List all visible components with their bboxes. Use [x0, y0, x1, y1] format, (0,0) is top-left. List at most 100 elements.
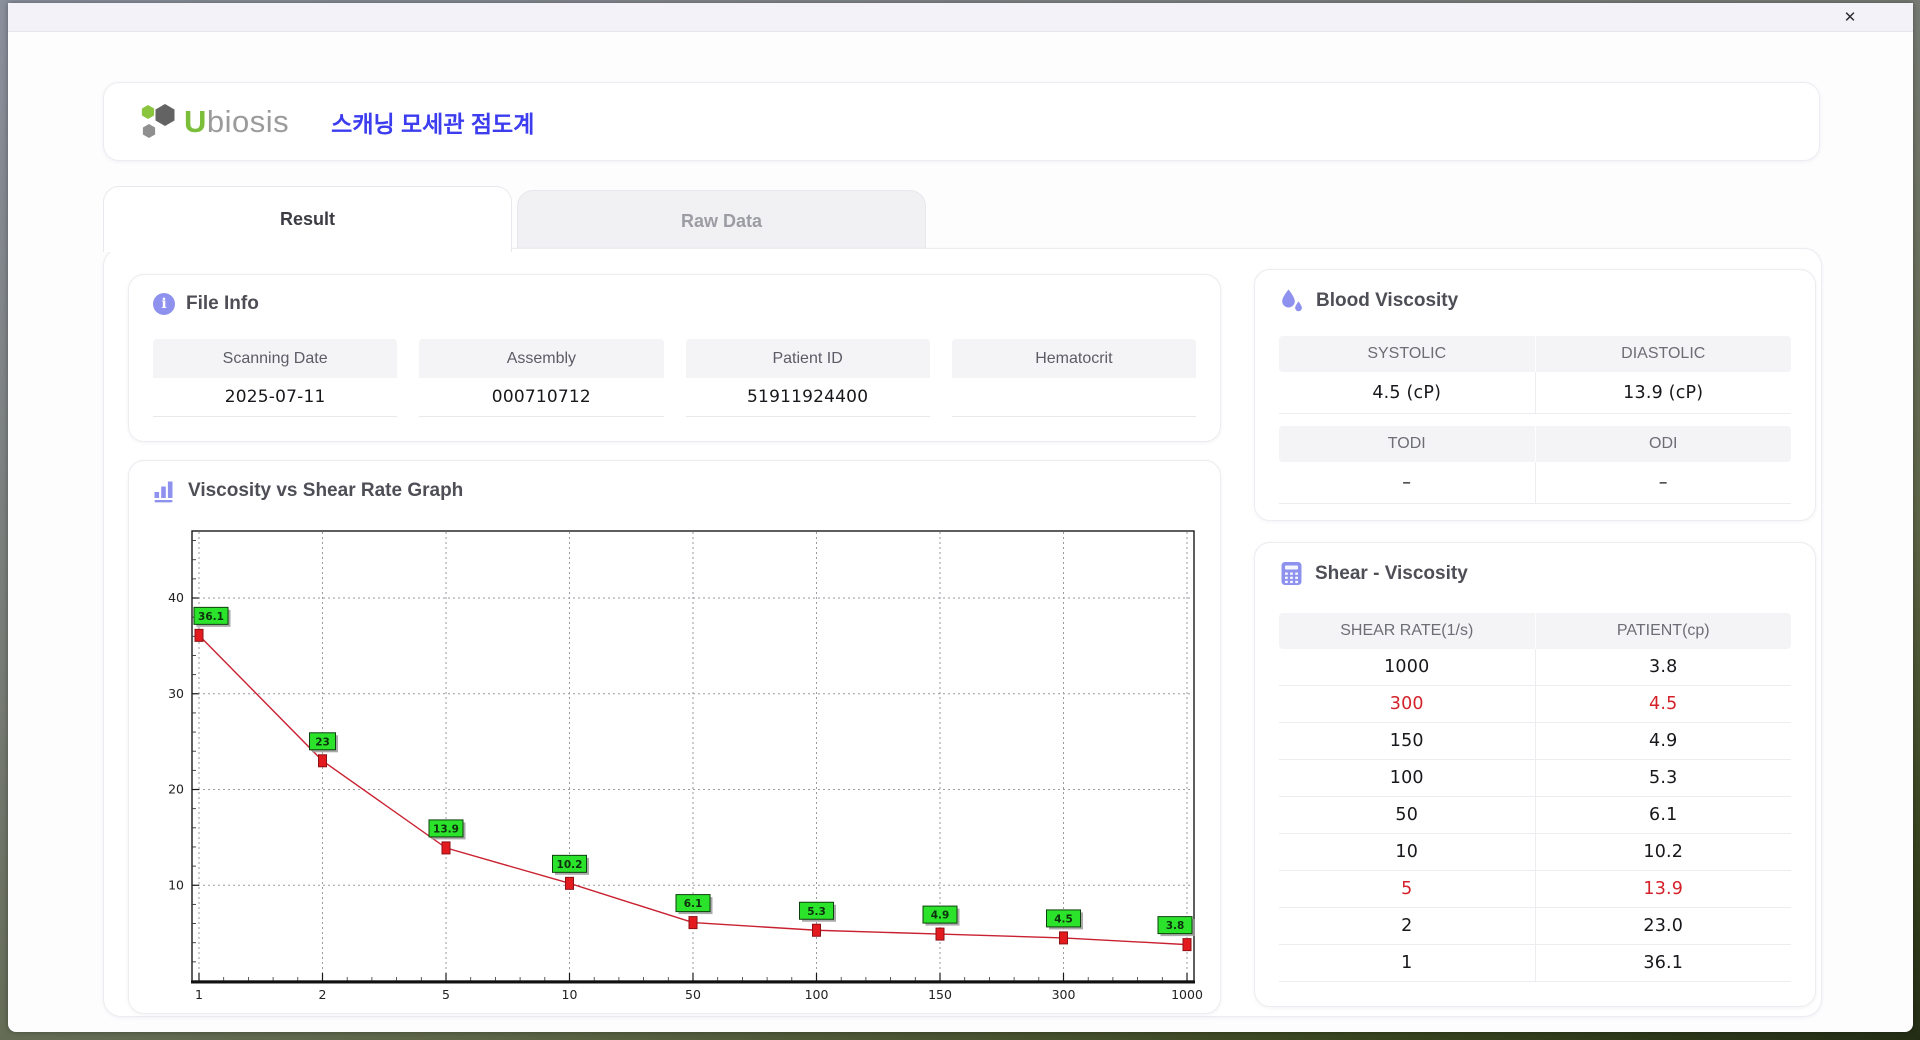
x-tick-label: 2 [319, 987, 327, 1002]
shear-table-row: 100 5.3 [1279, 760, 1791, 797]
patient-cp-cell: 4.9 [1535, 723, 1791, 760]
shear-table-row: 1000 3.8 [1279, 649, 1791, 686]
data-point-label: 4.5 [1054, 913, 1073, 925]
brand-rest: biosis [206, 103, 290, 139]
shear-rate-cell: 150 [1279, 723, 1536, 760]
x-tick-label: 10 [562, 987, 578, 1002]
shear-rate-cell: 1 [1279, 945, 1536, 982]
blood-viscosity-group: TODI ODI – – [1279, 426, 1791, 504]
file-info-card: i File Info Scanning Date 2025-07-11 Ass… [128, 274, 1221, 442]
patient-cp-cell: 13.9 [1535, 871, 1791, 908]
data-point-marker [688, 916, 698, 930]
blood-viscosity-header-row: TODI ODI [1279, 426, 1791, 462]
file-info-field-value: 000710712 [419, 378, 664, 417]
tab-result[interactable]: Result [103, 186, 512, 252]
graph-title: Viscosity vs Shear Rate Graph [188, 480, 464, 501]
data-point-label: 23 [315, 736, 330, 748]
blood-viscosity-value: 4.5 (cP) [1279, 372, 1536, 414]
data-point-label: 3.8 [1166, 920, 1185, 932]
x-tick-label: 100 [805, 987, 829, 1002]
patient-cp-cell: 23.0 [1535, 908, 1791, 945]
file-info-title: File Info [186, 293, 259, 314]
patient-cp-cell: 3.8 [1535, 649, 1791, 686]
data-point-label: 13.9 [433, 823, 459, 835]
bar-chart-icon [154, 481, 173, 503]
data-point-marker [441, 841, 451, 855]
blood-viscosity-table: SYSTOLIC DIASTOLIC 4.5 (cP) 13.9 (cP) TO… [1279, 336, 1791, 516]
page-title: 스캐닝 모세관 점도계 [331, 110, 535, 137]
shear-table-row: 2 23.0 [1279, 908, 1791, 945]
blood-viscosity-value: – [1535, 462, 1791, 504]
data-point-marker [1182, 938, 1192, 952]
shear-rate-cell: 10 [1279, 834, 1536, 871]
patient-cp-cell: 10.2 [1535, 834, 1791, 871]
shear-rate-column-header: SHEAR RATE(1/s) [1279, 613, 1536, 649]
droplets-icon [1282, 289, 1302, 312]
x-tick-label: 300 [1052, 987, 1076, 1002]
blood-viscosity-label: SYSTOLIC [1279, 336, 1536, 372]
shear-table-row: 50 6.1 [1279, 797, 1791, 834]
x-tick-label: 5 [442, 987, 450, 1002]
shear-rate-cell: 5 [1279, 871, 1536, 908]
header-card: Ubiosis 스캐닝 모세관 점도계 [103, 82, 1820, 161]
file-info-field: Assembly 000710712 [419, 339, 664, 417]
x-tick-label: 50 [685, 987, 701, 1002]
y-tick-label: 20 [168, 782, 184, 797]
file-info-field-label: Scanning Date [153, 339, 398, 378]
shear-viscosity-title: Shear - Viscosity [1315, 562, 1468, 584]
y-tick-label: 10 [168, 877, 184, 892]
shear-table-row: 150 4.9 [1279, 723, 1791, 760]
file-info-fields: Scanning Date 2025-07-11 Assembly 000710… [153, 339, 1196, 417]
viscosity-graph-card: Viscosity vs Shear Rate Graph 10 20 30 40 1 2… [128, 460, 1221, 1014]
data-point-label: 36.1 [198, 611, 224, 623]
tab-bar: Result Raw Data [103, 186, 1820, 252]
patient-cp-cell: 6.1 [1535, 797, 1791, 834]
calculator-icon [1281, 562, 1302, 585]
file-info-field-label: Assembly [419, 339, 664, 378]
file-info-field: Patient ID 51911924400 [685, 339, 930, 417]
data-point-label: 6.1 [684, 898, 703, 910]
shear-rate-cell: 50 [1279, 797, 1536, 834]
file-info-field-label: Hematocrit [951, 339, 1196, 378]
hexagon-logo-icon [141, 103, 175, 138]
brand-u: U [184, 103, 207, 139]
data-point-label: 10.2 [557, 859, 583, 871]
patient-cp-cell: 4.5 [1535, 686, 1791, 723]
data-point-marker [318, 754, 327, 768]
shear-rate-cell: 300 [1279, 686, 1536, 723]
blood-viscosity-value: 13.9 (cP) [1535, 372, 1791, 414]
shear-table-header: SHEAR RATE(1/s) PATIENT(cp) [1279, 613, 1791, 649]
blood-viscosity-label: TODI [1279, 426, 1536, 462]
brand-logo: Ubiosis [136, 101, 289, 143]
blood-viscosity-label: DIASTOLIC [1535, 336, 1791, 372]
data-point-label: 4.9 [931, 910, 950, 922]
data-point-marker [194, 628, 204, 642]
viscosity-chart: 10 20 30 40 1 2 5 10 50 100 150 300 1000 36.1 23 13.9 10… [168, 530, 1203, 1002]
tab-raw-data[interactable]: Raw Data [517, 190, 926, 252]
shear-table-row: 1 36.1 [1279, 945, 1791, 982]
file-info-field: Hematocrit [951, 339, 1196, 417]
window-titlebar: ✕ [8, 3, 1913, 32]
blood-viscosity-header-row: SYSTOLIC DIASTOLIC [1279, 336, 1791, 372]
shear-viscosity-table: SHEAR RATE(1/s) PATIENT(cp) 1000 3.8 300… [1279, 613, 1791, 982]
shear-rate-cell: 1000 [1279, 649, 1536, 686]
shear-rate-cell: 100 [1279, 760, 1536, 797]
file-info-field-value: 2025-07-11 [153, 378, 398, 417]
shear-viscosity-card: Shear - Viscosity SHEAR RATE(1/s) PATIEN… [1254, 542, 1816, 1007]
shear-table-row: 10 10.2 [1279, 834, 1791, 871]
blood-viscosity-label: ODI [1535, 426, 1791, 462]
app-window: ✕ Ubiosis 스캐닝 모세관 점도계 Result Raw Data i … [8, 3, 1913, 1032]
shear-table-rows: 1000 3.8 300 4.5 150 4.9 100 5.3 50 6.1 … [1279, 649, 1791, 982]
patient-cp-cell: 5.3 [1535, 760, 1791, 797]
file-info-field-value [951, 378, 1196, 417]
data-point-marker [1059, 931, 1068, 945]
blood-viscosity-value-row: 4.5 (cP) 13.9 (cP) [1279, 372, 1791, 414]
patient-cp-cell: 36.1 [1535, 945, 1791, 982]
patient-column-header: PATIENT(cp) [1535, 613, 1791, 649]
x-tick-label: 150 [928, 987, 952, 1002]
blood-viscosity-value-row: – – [1279, 462, 1791, 504]
data-point-marker [565, 876, 574, 890]
data-point-marker [812, 923, 821, 937]
shear-table-row: 5 13.9 [1279, 871, 1791, 908]
close-icon[interactable]: ✕ [1839, 6, 1861, 28]
